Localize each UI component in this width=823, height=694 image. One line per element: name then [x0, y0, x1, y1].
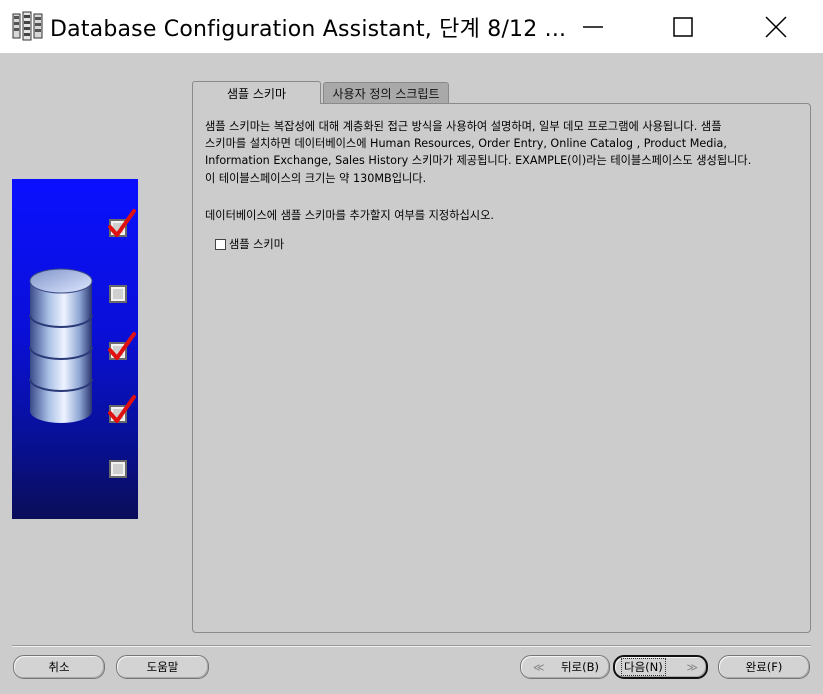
next-button-label: 다음(N): [621, 658, 666, 676]
sample-schema-checkbox-label[interactable]: 샘플 스키마: [229, 236, 284, 252]
sample-schema-checkbox[interactable]: [215, 238, 226, 250]
maximize-icon: [673, 16, 693, 37]
minimize-button[interactable]: [548, 0, 638, 53]
checkmark-icon: [108, 332, 136, 360]
back-button-label: 뒤로(B): [560, 660, 599, 674]
footer-divider: [12, 645, 811, 647]
step-checkbox-2: [109, 285, 127, 303]
back-button[interactable]: ≪ 뒤로(B): [520, 655, 610, 679]
help-button[interactable]: 도움말: [116, 655, 209, 679]
tab-sample-schemas[interactable]: 샘플 스키마: [192, 81, 321, 104]
sample-schema-option[interactable]: 샘플 스키마: [215, 236, 284, 252]
minimize-icon: [583, 25, 603, 28]
tab-custom-scripts[interactable]: 사용자 정의 스크립트: [323, 82, 449, 104]
close-button[interactable]: [731, 0, 821, 53]
database-cylinder-icon: [29, 268, 93, 423]
app-icon: [12, 11, 43, 41]
wizard-illustration: [12, 179, 138, 519]
prompt-text: 데이터베이스에 샘플 스키마를 추가할지 여부를 지정하십시오.: [205, 209, 494, 222]
checkmark-icon: [108, 395, 136, 423]
next-button[interactable]: 다음(N) ≫: [613, 655, 708, 679]
description-text: 샘플 스키마는 복잡성에 대해 계층화된 접근 방식을 사용하여 설명하며, 일…: [205, 118, 805, 187]
description-line: 스키마를 설치하면 데이터베이스에 Human Resources, Order…: [205, 137, 727, 151]
description-line: 샘플 스키마는 복잡성에 대해 계층화된 접근 방식을 사용하여 설명하며, 일…: [205, 120, 722, 133]
description-line: 이 테이블스페이스의 크기는 약 130MB입니다.: [205, 171, 427, 185]
description-line: Information Exchange, Sales History 스키마가…: [205, 154, 752, 168]
back-arrow-icon: ≪: [533, 660, 545, 674]
finish-button[interactable]: 완료(F): [718, 655, 810, 679]
maximize-button[interactable]: [638, 0, 728, 53]
title-bar: Database Configuration Assistant, 단계 8/1…: [0, 0, 823, 53]
window-title: Database Configuration Assistant, 단계 8/1…: [50, 17, 567, 42]
close-icon: [765, 15, 787, 38]
next-arrow-icon: ≫: [686, 660, 698, 674]
checkmark-icon: [108, 209, 136, 237]
step-checkbox-5: [109, 460, 127, 478]
cancel-button[interactable]: 취소: [13, 655, 105, 679]
